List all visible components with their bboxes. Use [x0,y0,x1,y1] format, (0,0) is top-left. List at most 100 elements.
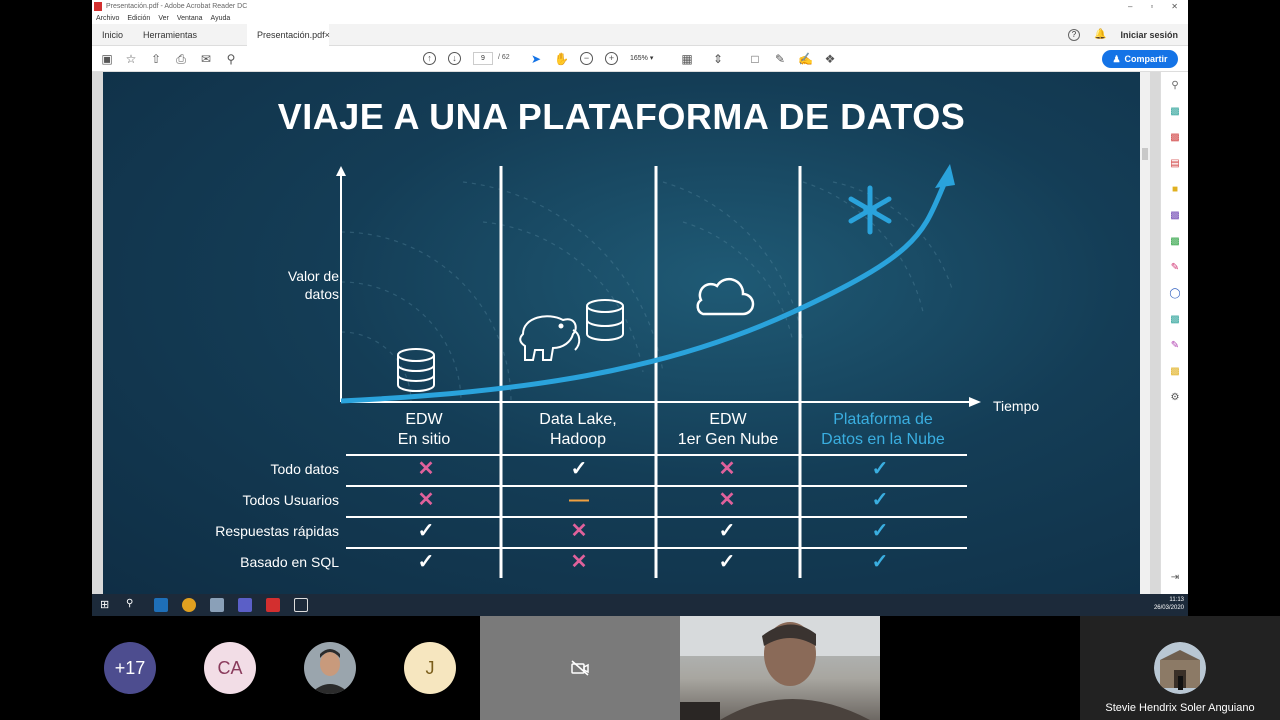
x-axis-arrow [969,397,981,407]
zoom-in-icon[interactable]: + [605,52,618,65]
matrix-cell-dash-icon: — [569,489,589,511]
cloud-icon [696,277,755,316]
fit-page-icon[interactable]: ▦ [680,52,694,66]
sign-icon[interactable]: ✍ [798,52,813,66]
export-pdf-icon[interactable]: ▩ [1169,106,1181,118]
help-icon[interactable]: ? [1068,28,1081,41]
page-total: / 62 [498,54,510,61]
zoom-out-icon[interactable]: − [580,52,593,65]
stamp-panel-icon[interactable]: ▩ [1169,366,1181,378]
menu-edicion[interactable]: Edición [127,15,150,22]
page-down-icon[interactable]: ↓ [448,52,461,65]
matrix-cell-check-blue-icon: ✓ [871,520,889,542]
participant-avatar-photo[interactable] [304,642,356,694]
signin-link[interactable]: Iniciar sesión [1120,30,1178,40]
print-icon[interactable]: ⎙ [174,52,188,66]
search-icon[interactable]: ⚲ [224,52,238,66]
column-header-edw-cloud: EDW 1er Gen Nube [653,410,803,450]
column-header-edw: EDW En sitio [349,410,499,450]
create-pdf-icon[interactable]: ▩ [1169,132,1181,144]
star-icon[interactable]: ☆ [124,52,138,66]
person-photo-icon [304,642,356,694]
minimize-button[interactable]: – [1128,2,1132,11]
participant-tile-dark[interactable] [880,616,1080,720]
acrobat-task-icon[interactable] [266,598,280,612]
teams-icon[interactable] [238,598,252,612]
participant-tile-video[interactable] [680,616,880,720]
column-header-line2: 1er Gen Nube [677,431,779,448]
windows-start-icon[interactable]: ⊞ [100,598,114,612]
menu-ventana[interactable]: Ventana [177,15,203,22]
column-header-cloud-platform: Plataforma de Datos en la Nube [803,410,963,450]
participant-tile-camera-off[interactable] [480,616,680,720]
slide: VIAJE A UNA PLATAFORMA DE DATOS Valor de… [103,72,1140,594]
participant-avatar-j[interactable]: J [404,642,456,694]
share-button[interactable]: ♟ Compartir [1102,50,1178,68]
send-review-icon[interactable]: ▩ [1169,210,1181,222]
mail-icon[interactable]: ✉ [199,52,213,66]
bell-icon[interactable]: 🔔 [1094,29,1106,40]
tab-document[interactable]: Presentación.pdf × [247,23,330,46]
tab-inicio[interactable]: Inicio [92,24,133,46]
compare-icon[interactable]: ▩ [1169,236,1181,248]
menu-ver[interactable]: Ver [158,15,169,22]
tab-bar: Inicio Herramientas Presentación.pdf × ?… [92,23,1188,46]
matrix-cell-check-blue-icon: ✓ [871,458,889,480]
more-tools-icon[interactable]: ⚙ [1169,392,1181,404]
stamp-icon[interactable]: ❖ [823,52,837,66]
comment-panel-icon[interactable]: ■ [1169,184,1181,196]
row-label-todos-usuarios: Todos Usuarios [242,492,340,508]
upload-icon[interactable]: ⇧ [149,52,163,66]
row-label-respuestas-rapidas: Respuestas rápidas [215,523,339,539]
matrix-cell-cross-icon: ✕ [718,489,736,511]
participant-tile-named[interactable]: Stevie Hendrix Soler Anguiano [1080,616,1280,720]
page-up-icon[interactable]: ↑ [423,52,436,65]
tab-close-button[interactable]: × [325,30,330,40]
scrollbar-thumb[interactable] [1142,148,1148,160]
scan-icon[interactable]: ▩ [1169,314,1181,326]
scroll-mode-icon[interactable]: ⇕ [711,52,725,66]
acrobat-logo-icon [94,1,102,11]
hand-icon[interactable]: ✋ [554,52,569,66]
vertical-scrollbar[interactable] [1140,72,1150,594]
snowflake-icon [848,185,892,235]
taskbar-clock: 11:13 26/03/2020 [1154,596,1184,612]
collapse-panel-icon[interactable]: ⇥ [1169,572,1181,584]
participant-avatar-more[interactable]: +17 [104,642,156,694]
chrome-icon[interactable] [182,598,196,612]
menu-bar: Archivo Edición Ver Ventana Ayuda [92,12,1188,24]
protect-icon[interactable]: ◯ [1169,288,1181,300]
comment-icon[interactable]: □ [748,52,762,66]
column-header-line1: Plataforma de [833,411,933,428]
zoom-search-icon[interactable]: ⚲ [1169,80,1181,92]
row-label-todo-datos: Todo datos [270,461,340,477]
maximize-button[interactable]: ▫ [1150,2,1153,11]
matrix-cell-check-blue-icon: ✓ [871,551,889,573]
acrobat-window: Presentación.pdf - Adobe Acrobat Reader … [92,0,1188,616]
outlook-icon[interactable] [154,598,168,612]
column-header-line2: Hadoop [549,431,607,448]
cursor-icon[interactable]: ➤ [529,52,543,66]
save-icon[interactable]: ▣ [100,52,114,66]
column-header-line1: Data Lake, [539,411,617,428]
clock-date: 26/03/2020 [1153,605,1184,611]
page-number-input[interactable]: 9 [473,52,493,65]
matrix-cell-cross-icon: ✕ [570,520,588,542]
participant-avatar-ca[interactable]: CA [204,642,256,694]
fill-sign-icon[interactable]: ✎ [1169,262,1181,274]
highlight-pen-icon[interactable]: ✎ [773,52,787,66]
edit-pen-icon[interactable]: ✎ [1169,340,1181,352]
taskbar-search-icon[interactable]: ⚲ [126,598,140,612]
organize-pages-icon[interactable]: ▤ [1169,158,1181,170]
zoom-select[interactable]: 165% ▾ [630,52,668,65]
close-window-button[interactable]: ✕ [1171,2,1178,11]
menu-ayuda[interactable]: Ayuda [211,15,231,22]
growth-arrow-head [935,164,955,188]
explorer-icon[interactable] [210,598,224,612]
tab-herramientas[interactable]: Herramientas [133,24,207,46]
menu-archivo[interactable]: Archivo [96,15,119,22]
monument-photo-icon [1154,642,1206,694]
app-grid-icon[interactable] [294,598,308,612]
document-area: VIAJE A UNA PLATAFORMA DE DATOS Valor de… [92,72,1188,594]
y-axis-label: Valor de datos [287,268,339,302]
